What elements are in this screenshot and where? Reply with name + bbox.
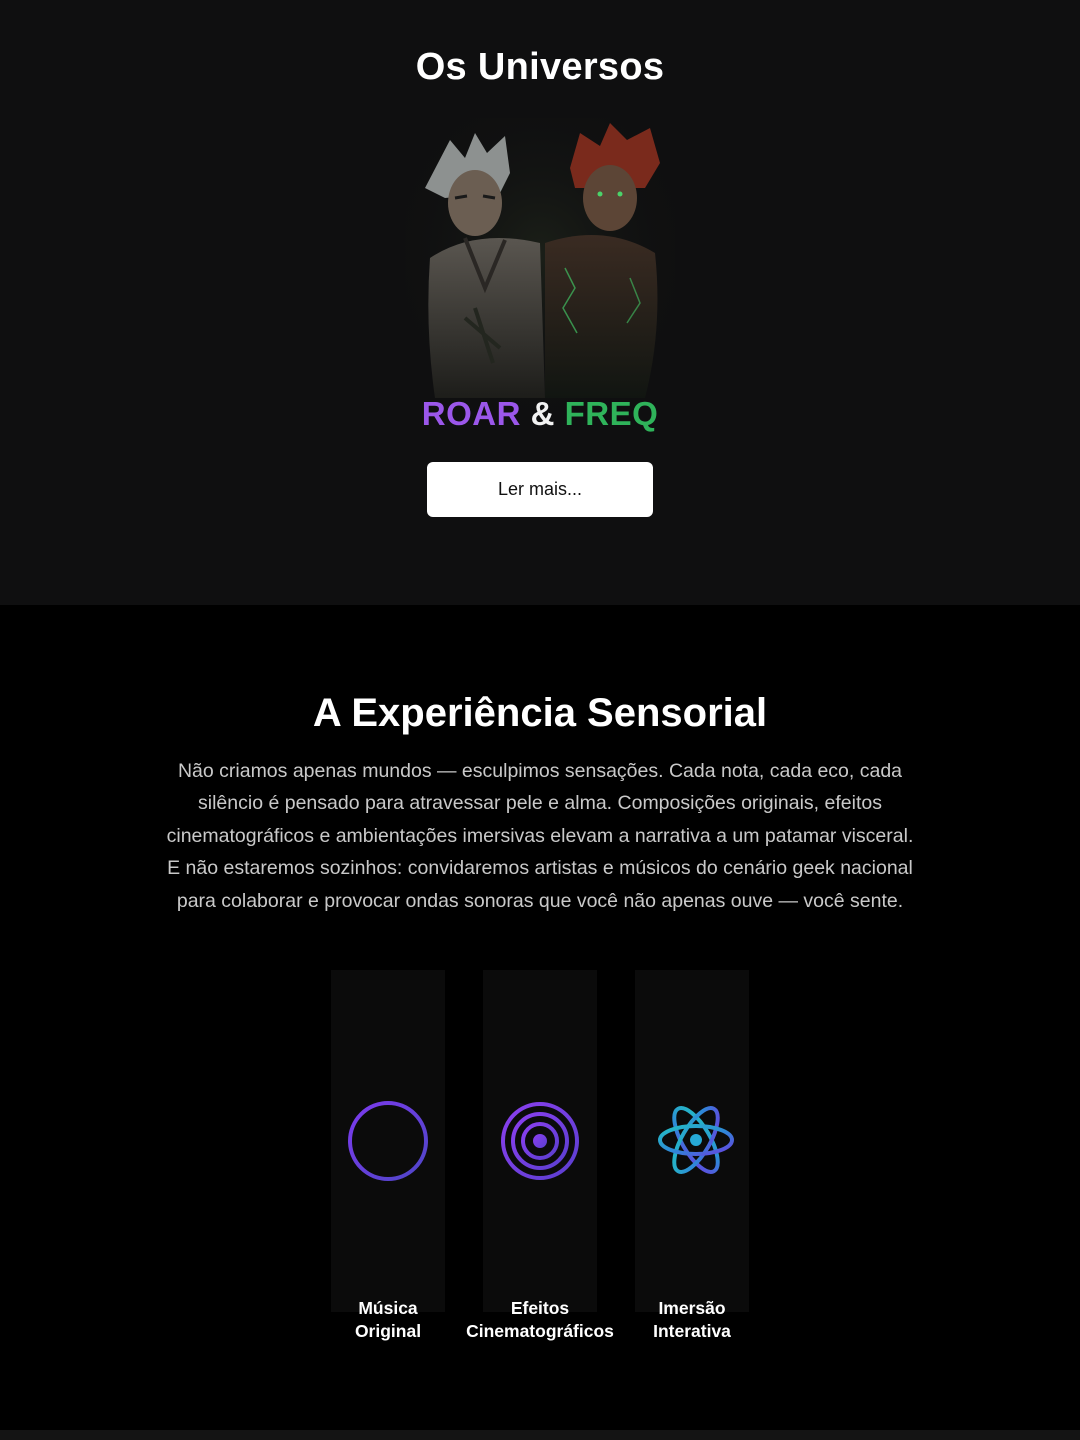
- sound-wave-icon: [348, 1101, 428, 1181]
- read-more-button[interactable]: Ler mais...: [427, 462, 653, 517]
- target-rings-icon: [501, 1102, 579, 1180]
- logo-freq: FREQ: [564, 395, 659, 432]
- universes-section: Os Universos ROAR & FREQ Ler mais...: [0, 0, 1080, 605]
- section-title: A Experiência Sensorial: [312, 691, 768, 735]
- feature-card-immersion: [635, 970, 749, 1312]
- sensorial-section: A Experiência Sensorial Não criamos apen…: [0, 605, 1080, 1430]
- feature-card-music: [331, 970, 445, 1312]
- roar-freq-artwork: [405, 118, 675, 418]
- atom-icon: [658, 1106, 734, 1174]
- logo-roar: ROAR: [421, 395, 521, 432]
- feature-card-effects: [483, 970, 597, 1312]
- section-title: Os Universos: [415, 46, 665, 88]
- feature-label-immersion: Imersão Interativa: [653, 1298, 731, 1341]
- logo-ampersand: &: [530, 395, 555, 432]
- footer-edge: [0, 1430, 1080, 1440]
- section-description: Não criamos apenas mundos — esculpimos s…: [166, 760, 914, 912]
- roar-freq-logo: ROAR & FREQ: [0, 395, 1080, 433]
